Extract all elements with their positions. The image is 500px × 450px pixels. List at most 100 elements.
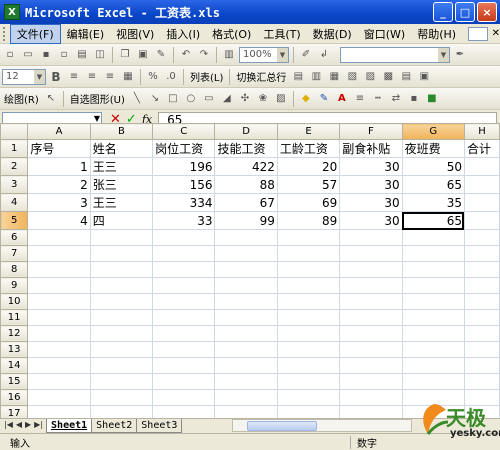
new-icon[interactable]: ▫ [2, 47, 18, 63]
row-header[interactable]: 13 [0, 341, 29, 358]
cell-d13[interactable] [214, 341, 278, 358]
cell-d12[interactable] [214, 325, 278, 342]
cell-g13[interactable] [401, 341, 465, 358]
list-tool-icon[interactable]: ▥ [308, 69, 324, 85]
cell-c14[interactable] [152, 357, 216, 374]
column-header-d[interactable]: D [214, 123, 278, 140]
menu-help[interactable]: 帮助(H) [411, 25, 462, 43]
cell-a7[interactable] [27, 245, 91, 262]
print-icon[interactable]: ▤ [74, 47, 90, 63]
cell-e2[interactable]: 20 [276, 157, 341, 176]
cell-f1[interactable]: 副食补贴 [339, 139, 403, 158]
cell-c13[interactable] [152, 341, 216, 358]
cell-a10[interactable] [27, 293, 91, 310]
cell-d15[interactable] [214, 373, 278, 390]
align-right-icon[interactable]: ≡ [102, 69, 118, 85]
column-header-c[interactable]: C [152, 123, 216, 140]
cell-g6[interactable] [401, 229, 465, 246]
cell-h6[interactable] [463, 229, 500, 246]
zoom-select[interactable]: 100% ▼ [239, 46, 289, 63]
reviewing-icon[interactable]: ✐ [298, 47, 314, 63]
fill-color-icon[interactable]: ◆ [298, 91, 314, 107]
cell-b9[interactable] [89, 277, 154, 294]
cell-c9[interactable] [152, 277, 216, 294]
cell-a3[interactable]: 2 [27, 175, 91, 194]
row-header[interactable]: 7 [0, 245, 29, 262]
cell-d3[interactable]: 88 [214, 175, 278, 194]
cell-g10[interactable] [401, 293, 465, 310]
cell-d2[interactable]: 422 [214, 157, 278, 176]
cell-e5[interactable]: 89 [276, 211, 341, 230]
cell-g3[interactable]: 65 [401, 175, 465, 194]
cell-a1[interactable]: 序号 [27, 139, 91, 158]
row-header[interactable]: 2 [0, 157, 29, 176]
align-left-icon[interactable]: ≡ [66, 69, 82, 85]
cell-g11[interactable] [401, 309, 465, 326]
cell-e4[interactable]: 69 [276, 193, 341, 212]
bold-button[interactable]: B [48, 69, 64, 85]
horizontal-scrollbar[interactable] [232, 419, 413, 432]
picture-icon[interactable]: ▨ [273, 91, 289, 107]
cell-a9[interactable] [27, 277, 91, 294]
cell-e11[interactable] [276, 309, 341, 326]
menu-grip[interactable] [3, 26, 6, 41]
oval-icon[interactable]: ○ [183, 91, 199, 107]
draw-menu[interactable]: 绘图(R) [2, 91, 41, 106]
cell-b5[interactable]: 四 [89, 211, 154, 230]
cell-e15[interactable] [276, 373, 341, 390]
cell-d6[interactable] [214, 229, 278, 246]
cell-c16[interactable] [152, 389, 216, 406]
cell-c12[interactable] [152, 325, 216, 342]
align-center-icon[interactable]: ≡ [84, 69, 100, 85]
decimal-icon[interactable]: .0 [163, 69, 179, 85]
minimize-button[interactable]: _ [433, 2, 453, 22]
column-header-h[interactable]: H [463, 123, 500, 140]
maximize-button[interactable]: □ [455, 2, 475, 22]
cell-g9[interactable] [401, 277, 465, 294]
help-search-input[interactable] [468, 26, 488, 41]
cell-d5[interactable]: 99 [214, 211, 278, 230]
row-header[interactable]: 4 [0, 193, 29, 212]
cell-b3[interactable]: 张三 [89, 175, 154, 194]
cell-h14[interactable] [463, 357, 500, 374]
cell-b15[interactable] [89, 373, 154, 390]
close-button[interactable]: × [477, 2, 497, 22]
line-color-icon[interactable]: ✎ [316, 91, 332, 107]
column-header-f[interactable]: F [339, 123, 403, 140]
cell-g1[interactable]: 夜班费 [401, 139, 465, 158]
cell-a5[interactable]: 4 [27, 211, 91, 230]
percent-icon[interactable]: % [145, 69, 161, 85]
pen-icon[interactable]: ✒ [452, 47, 468, 63]
copy-icon[interactable]: ❐ [117, 47, 133, 63]
undo-icon[interactable]: ↶ [178, 47, 194, 63]
cell-g4[interactable]: 35 [401, 193, 465, 212]
line-style-icon[interactable]: ≡ [352, 91, 368, 107]
row-header[interactable]: 14 [0, 357, 29, 374]
cell-f11[interactable] [339, 309, 403, 326]
autoshape-menu[interactable]: 自选图形(U) [68, 91, 127, 106]
cell-a2[interactable]: 1 [27, 157, 91, 176]
cell-a14[interactable] [27, 357, 91, 374]
cell-h1[interactable]: 合计 [463, 139, 500, 158]
cell-c2[interactable]: 196 [152, 157, 216, 176]
tab-sheet1[interactable]: Sheet1 [46, 419, 93, 433]
cell-h7[interactable] [463, 245, 500, 262]
next-sheet-icon[interactable]: ▶ [25, 420, 31, 429]
row-header[interactable]: 16 [0, 389, 29, 406]
cell-b6[interactable] [89, 229, 154, 246]
font-size-select[interactable]: 12 ▼ [2, 68, 46, 85]
line-icon[interactable]: ╲ [129, 91, 145, 107]
row-header[interactable]: 5 [0, 211, 29, 230]
menu-insert[interactable]: 插入(I) [160, 25, 206, 43]
cell-f12[interactable] [339, 325, 403, 342]
cell-b12[interactable] [89, 325, 154, 342]
menu-tools[interactable]: 工具(T) [257, 25, 306, 43]
last-sheet-icon[interactable]: ▶| [34, 420, 43, 429]
cell-c6[interactable] [152, 229, 216, 246]
permission-icon[interactable]: ▫ [56, 47, 72, 63]
cell-g12[interactable] [401, 325, 465, 342]
menu-format[interactable]: 格式(O) [206, 25, 257, 43]
menu-edit[interactable]: 编辑(E) [61, 25, 111, 43]
cell-c4[interactable]: 334 [152, 193, 216, 212]
cell-d14[interactable] [214, 357, 278, 374]
